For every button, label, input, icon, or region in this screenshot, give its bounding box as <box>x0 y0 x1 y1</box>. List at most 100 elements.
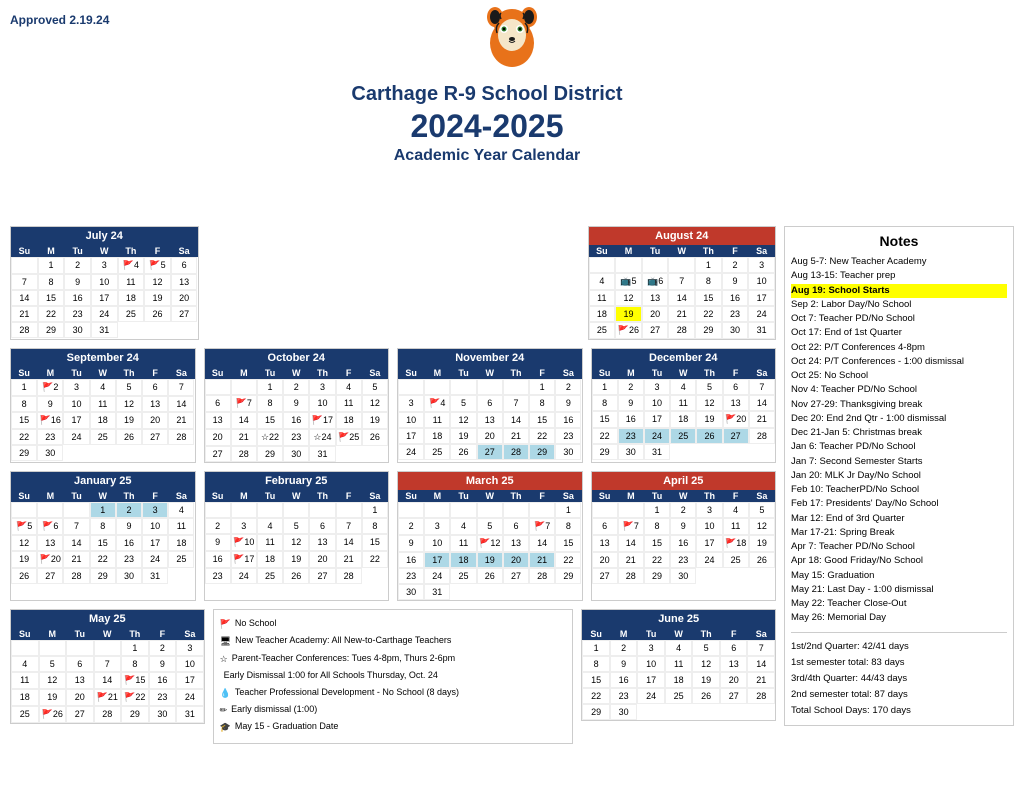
day-label: Th <box>309 367 335 379</box>
day-cell: 29 <box>11 445 37 461</box>
day-cell: 9 <box>149 656 177 672</box>
day-cell: 15 <box>695 290 722 306</box>
legend-text: Teacher Professional Development - No Sc… <box>235 685 459 699</box>
day-cell: 8 <box>11 396 37 412</box>
day-cell: 22 <box>695 306 722 322</box>
note-item: Nov 4: Teacher PD/No School <box>791 383 1007 397</box>
empty-cell <box>642 257 669 273</box>
day-cell: 1 <box>529 379 555 395</box>
approved-text: Approved 2.19.24 <box>10 8 109 27</box>
day-cell: 27 <box>205 446 231 462</box>
day-cell: 31 <box>309 446 335 462</box>
empty-cell <box>11 257 38 274</box>
day-cell: 🚩16 <box>37 412 63 429</box>
day-cell: ☆24 <box>309 429 335 446</box>
day-cell: 📺6 <box>642 273 669 290</box>
calendar-august: August 24SuMTuWThFSa1234📺5📺6789101112131… <box>588 226 777 340</box>
day-cell: 4 <box>257 518 283 534</box>
day-cell: 1 <box>121 640 149 656</box>
empty-cell <box>94 640 122 656</box>
day-cell: 3 <box>142 502 168 518</box>
day-cell: 17 <box>91 290 118 306</box>
day-cell: 13 <box>723 395 749 411</box>
day-cell: 23 <box>64 306 91 322</box>
day-cell: 11 <box>723 518 749 535</box>
day-cell: 7 <box>94 656 122 672</box>
day-cell: 27 <box>66 706 94 723</box>
day-cell: 11 <box>665 656 693 672</box>
calendar-july: July 24SuMTuWThFSa123🚩4🚩5678910111213141… <box>10 226 199 340</box>
day-label: M <box>39 628 67 640</box>
day-cell: 24 <box>637 688 665 704</box>
day-cell: 17 <box>637 672 665 688</box>
day-cell: 🚩18 <box>723 535 749 552</box>
day-cell: 🚩17 <box>231 551 257 568</box>
day-cell: 29 <box>582 704 610 720</box>
day-cell: 8 <box>529 395 555 412</box>
day-cell: 5 <box>692 640 720 656</box>
day-cell: 🚩15 <box>121 672 149 689</box>
day-cell: 18 <box>424 428 450 444</box>
day-label: W <box>668 245 695 257</box>
day-label: Sa <box>176 628 204 640</box>
day-label: F <box>149 628 177 640</box>
day-label: M <box>37 490 63 502</box>
day-cell: 🚩5 <box>144 257 171 274</box>
day-cell: 26 <box>477 568 503 584</box>
day-cell: 20 <box>66 689 94 706</box>
day-cell: 24 <box>142 551 168 568</box>
day-cell: 11 <box>257 534 283 551</box>
day-label: F <box>722 245 749 257</box>
day-cell: 23 <box>149 689 177 706</box>
empty-cell <box>205 379 231 395</box>
day-cell: 1 <box>695 257 722 273</box>
empty-cell <box>668 257 695 273</box>
empty-cell <box>231 379 257 395</box>
day-label: Su <box>582 628 610 640</box>
day-cell: 8 <box>362 518 388 534</box>
empty-cell <box>618 502 644 518</box>
day-cell: 18 <box>670 411 696 428</box>
day-cell: 17 <box>748 290 775 306</box>
day-cell: 8 <box>121 656 149 672</box>
month-header: April 25 <box>592 472 776 490</box>
day-label: M <box>231 367 257 379</box>
day-cell: 1 <box>592 379 618 395</box>
calendar-june: June 25SuMTuWThFSa1234567891011121314151… <box>581 609 776 721</box>
day-cell: 19 <box>283 551 309 568</box>
day-cell: 🚩6 <box>37 518 63 535</box>
day-cell: 28 <box>749 428 775 444</box>
day-cell: 7 <box>503 395 529 412</box>
day-cell: 17 <box>176 672 204 689</box>
day-cell: 16 <box>283 412 309 429</box>
day-label: Th <box>696 490 722 502</box>
day-cell: 5 <box>283 518 309 534</box>
day-cell: 23 <box>283 429 309 446</box>
day-cell: 25 <box>424 444 450 460</box>
day-cell: 15 <box>644 535 670 552</box>
note-item: Oct 24: P/T Conferences - 1:00 dismissal <box>791 355 1007 369</box>
day-cell: 27 <box>171 306 198 322</box>
day-cell: 25 <box>257 568 283 584</box>
day-cell: 26 <box>692 688 720 704</box>
day-label: W <box>283 367 309 379</box>
empty-cell <box>63 502 89 518</box>
day-cell: 27 <box>503 568 529 584</box>
day-cell: 7 <box>336 518 362 534</box>
day-cell: 28 <box>94 706 122 723</box>
note-item: May 21: Last Day - 1:00 dismissal <box>791 583 1007 597</box>
notes-panel: Notes Aug 5-7: New Teacher AcademyAug 13… <box>784 226 1014 726</box>
day-label: Tu <box>450 490 476 502</box>
day-cell: 5 <box>450 395 476 412</box>
day-cell: 21 <box>668 306 695 322</box>
day-cell: 11 <box>450 535 476 552</box>
day-cell: 1 <box>582 640 610 656</box>
month-header: February 25 <box>205 472 389 490</box>
day-cell: 6 <box>309 518 335 534</box>
empty-cell <box>11 502 37 518</box>
note-item: Aug 19: School Starts <box>791 284 1007 298</box>
day-cell: 25 <box>589 322 616 339</box>
day-cell: 20 <box>205 429 231 446</box>
day-cell: 1 <box>644 502 670 518</box>
day-cell: 12 <box>39 672 67 689</box>
